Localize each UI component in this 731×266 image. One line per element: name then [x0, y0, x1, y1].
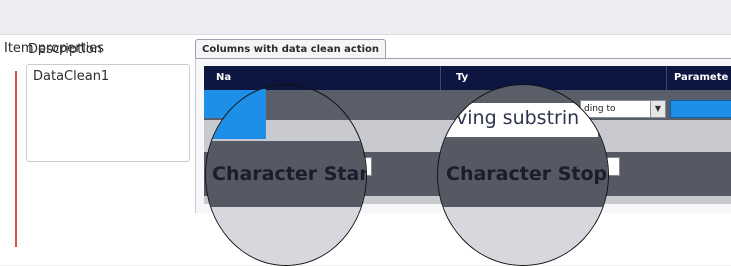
top-band — [0, 0, 731, 34]
description-value: DataClean1 — [33, 69, 110, 84]
parameter-cell[interactable] — [670, 100, 731, 118]
zoom-lens-left: Character Start — [205, 84, 367, 266]
zoom-type-text: ving substrin — [456, 107, 580, 129]
header-parameter[interactable]: Paramete — [674, 66, 728, 90]
chevron-down-icon[interactable]: ▼ — [650, 101, 665, 117]
annotation-character-stop: Character Stop — [446, 163, 608, 185]
description-field[interactable]: DataClean1 — [26, 64, 190, 162]
zoom-light-band — [206, 207, 366, 265]
header-name[interactable]: Na — [216, 66, 231, 90]
description-label: Description — [28, 42, 103, 57]
zoom-blue-cell — [206, 89, 266, 139]
required-indicator — [15, 71, 17, 247]
annotation-character-start: Character Start — [212, 163, 367, 185]
header-separator — [666, 66, 667, 90]
tab-columns-data-clean[interactable]: Columns with data clean action — [195, 39, 387, 59]
zoom-light-band — [438, 207, 608, 265]
zoom-lens-right: ving substrin Character Stop — [437, 84, 609, 266]
